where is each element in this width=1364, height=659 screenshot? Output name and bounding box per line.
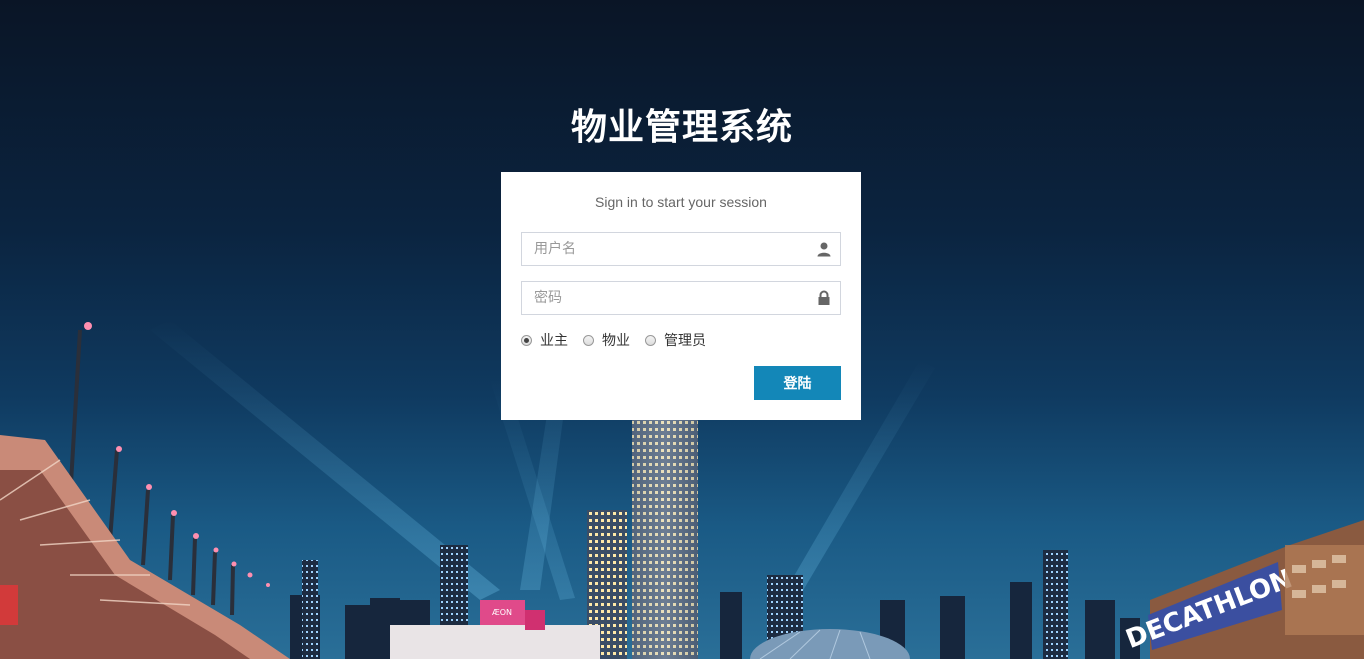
radio-circle[interactable]: [645, 335, 656, 346]
radio-circle[interactable]: [521, 335, 532, 346]
aeon-sign-text: ÆON: [492, 608, 512, 617]
login-button[interactable]: 登陆: [754, 366, 841, 400]
radio-circle[interactable]: [583, 335, 594, 346]
user-icon: [817, 242, 831, 257]
lock-icon: [818, 290, 830, 305]
username-field[interactable]: [521, 232, 841, 266]
login-box: Sign in to start your session 业主 物业 管理员 …: [501, 172, 861, 420]
page-title: 物业管理系统: [570, 107, 793, 148]
radio-label: 业主: [540, 333, 568, 349]
password-field[interactable]: [521, 281, 841, 315]
username-input[interactable]: [522, 233, 812, 265]
password-input[interactable]: [522, 282, 812, 314]
radio-label: 物业: [602, 333, 630, 349]
login-box-message: Sign in to start your session: [595, 194, 767, 210]
radio-label: 管理员: [664, 333, 706, 349]
